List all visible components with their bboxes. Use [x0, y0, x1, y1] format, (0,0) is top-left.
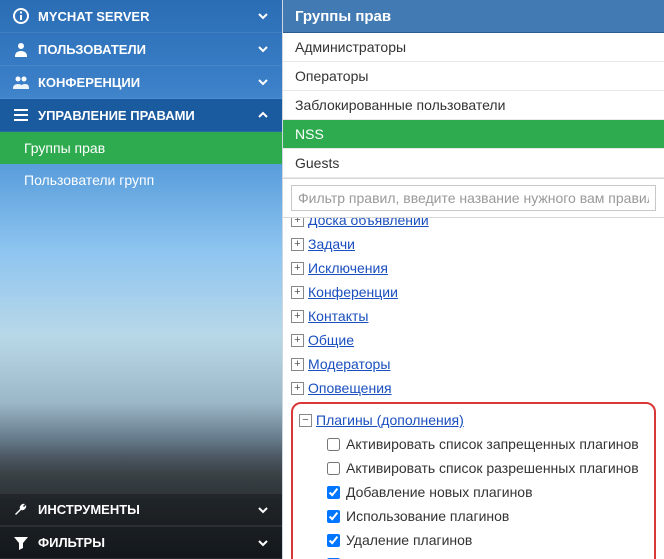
tree-label[interactable]: Доска объявлений [308, 218, 429, 230]
tree-node[interactable]: + Контакты [291, 304, 656, 328]
nav-label: КОНФЕРЕНЦИИ [38, 75, 256, 90]
tree-label[interactable]: Исключения [308, 258, 388, 278]
tree-node[interactable]: + Задачи [291, 232, 656, 256]
rule-label[interactable]: Активировать список запрещенных плагинов [346, 434, 639, 454]
nav-label: ИНСТРУМЕНТЫ [38, 502, 256, 517]
expand-icon[interactable]: + [291, 334, 304, 347]
nav-label: УПРАВЛЕНИЕ ПРАВАМИ [38, 108, 256, 123]
nav-filters[interactable]: ФИЛЬТРЫ [0, 526, 282, 559]
nav-conferences[interactable]: КОНФЕРЕНЦИИ [0, 66, 282, 99]
expand-icon[interactable]: + [291, 262, 304, 275]
rule-label[interactable]: Удаление плагинов [346, 530, 472, 550]
group-list: Администраторы Операторы Заблокированные… [283, 33, 664, 179]
group-label: Заблокированные пользователи [295, 97, 505, 113]
nav-tools[interactable]: ИНСТРУМЕНТЫ [0, 493, 282, 526]
filter-input[interactable] [291, 185, 656, 211]
user-icon [12, 40, 30, 58]
rule-row[interactable]: Удаление плагинов [299, 528, 648, 552]
tree-node[interactable]: + Доска объявлений [291, 218, 656, 232]
sub-item-rights-groups[interactable]: Группы прав [0, 132, 282, 164]
nav-rights-management[interactable]: УПРАВЛЕНИЕ ПРАВАМИ [0, 99, 282, 132]
sidebar: MYCHAT SERVER ПОЛЬЗОВАТЕЛИ КОНФЕРЕНЦИИ [0, 0, 282, 559]
rule-label[interactable]: Активировать список разрешенных плагинов [346, 458, 639, 478]
tree-label[interactable]: Задачи [308, 234, 355, 254]
wrench-icon [12, 501, 30, 519]
chevron-down-icon [256, 75, 270, 89]
collapse-icon[interactable]: − [299, 414, 312, 427]
tree-label[interactable]: Плагины (дополнения) [316, 410, 464, 430]
group-label: Операторы [295, 68, 368, 84]
chevron-down-icon [256, 42, 270, 56]
filter-bar [283, 179, 664, 218]
chevron-down-icon [256, 536, 270, 550]
rule-label[interactable]: Использование плагинов [346, 506, 509, 526]
expand-icon[interactable]: + [291, 358, 304, 371]
tree-node[interactable]: + Модераторы [291, 352, 656, 376]
rule-checkbox[interactable] [327, 534, 340, 547]
panel-title: Группы прав [295, 8, 391, 25]
tree-node[interactable]: + Исключения [291, 256, 656, 280]
tree-node-plugins[interactable]: − Плагины (дополнения) [299, 408, 648, 432]
rule-row[interactable]: Активировать список запрещенных плагинов [299, 432, 648, 456]
nav-users[interactable]: ПОЛЬЗОВАТЕЛИ [0, 33, 282, 66]
nav-label: MYCHAT SERVER [38, 9, 256, 24]
rule-row[interactable]: Активировать список разрешенных плагинов [299, 456, 648, 480]
info-icon [12, 7, 30, 25]
expand-icon[interactable]: + [291, 238, 304, 251]
rule-checkbox[interactable] [327, 486, 340, 499]
sub-item-group-users[interactable]: Пользователи групп [0, 164, 282, 196]
chevron-down-icon [256, 9, 270, 23]
rule-label[interactable]: Управление плагинами на клиенте [346, 554, 572, 559]
tree-label[interactable]: Контакты [308, 306, 368, 326]
rule-row[interactable]: Использование плагинов [299, 504, 648, 528]
plugins-highlight: − Плагины (дополнения) Активировать спис… [291, 402, 656, 559]
tree-label[interactable]: Модераторы [308, 354, 390, 374]
group-label: Guests [295, 155, 339, 171]
expand-icon[interactable]: + [291, 218, 304, 227]
group-row-guests[interactable]: Guests [283, 149, 664, 178]
nav-bottom: ИНСТРУМЕНТЫ ФИЛЬТРЫ [0, 493, 282, 559]
tree-node[interactable]: + Общие [291, 328, 656, 352]
group-label: Администраторы [295, 39, 406, 55]
filter-icon [12, 534, 30, 552]
tree-node[interactable]: + Конференции [291, 280, 656, 304]
tree-label[interactable]: Конференции [308, 282, 398, 302]
group-row-blocked[interactable]: Заблокированные пользователи [283, 91, 664, 120]
rules-tree-wrap: + Доска объявлений + Задачи + Исключения… [283, 218, 664, 559]
rule-checkbox[interactable] [327, 462, 340, 475]
main-panel: Группы прав Администраторы Операторы Заб… [282, 0, 664, 559]
rule-checkbox[interactable] [327, 438, 340, 451]
tree-label[interactable]: Оповещения [308, 378, 392, 398]
group-row-admins[interactable]: Администраторы [283, 33, 664, 62]
rule-row[interactable]: Добавление новых плагинов [299, 480, 648, 504]
chevron-down-icon [256, 503, 270, 517]
rules-tree: + Доска объявлений + Задачи + Исключения… [283, 218, 664, 559]
nav-mychat-server[interactable]: MYCHAT SERVER [0, 0, 282, 33]
sub-item-label: Пользователи групп [24, 172, 154, 188]
rule-checkbox[interactable] [327, 510, 340, 523]
group-row-operators[interactable]: Операторы [283, 62, 664, 91]
nav-label: ФИЛЬТРЫ [38, 535, 256, 550]
group-label: NSS [295, 126, 324, 142]
expand-icon[interactable]: + [291, 310, 304, 323]
expand-icon[interactable]: + [291, 382, 304, 395]
sub-item-label: Группы прав [24, 140, 105, 156]
group-row-nss[interactable]: NSS [283, 120, 664, 149]
chevron-up-icon [256, 108, 270, 122]
sidebar-spacer [0, 196, 282, 493]
rule-label[interactable]: Добавление новых плагинов [346, 482, 533, 502]
users-icon [12, 73, 30, 91]
panel-header: Группы прав [283, 0, 664, 33]
expand-icon[interactable]: + [291, 286, 304, 299]
nav-top: MYCHAT SERVER ПОЛЬЗОВАТЕЛИ КОНФЕРЕНЦИИ [0, 0, 282, 196]
rule-row[interactable]: Управление плагинами на клиенте [299, 552, 648, 559]
tree-node[interactable]: + Оповещения [291, 376, 656, 400]
nav-label: ПОЛЬЗОВАТЕЛИ [38, 42, 256, 57]
list-icon [12, 106, 30, 124]
tree-label[interactable]: Общие [308, 330, 354, 350]
